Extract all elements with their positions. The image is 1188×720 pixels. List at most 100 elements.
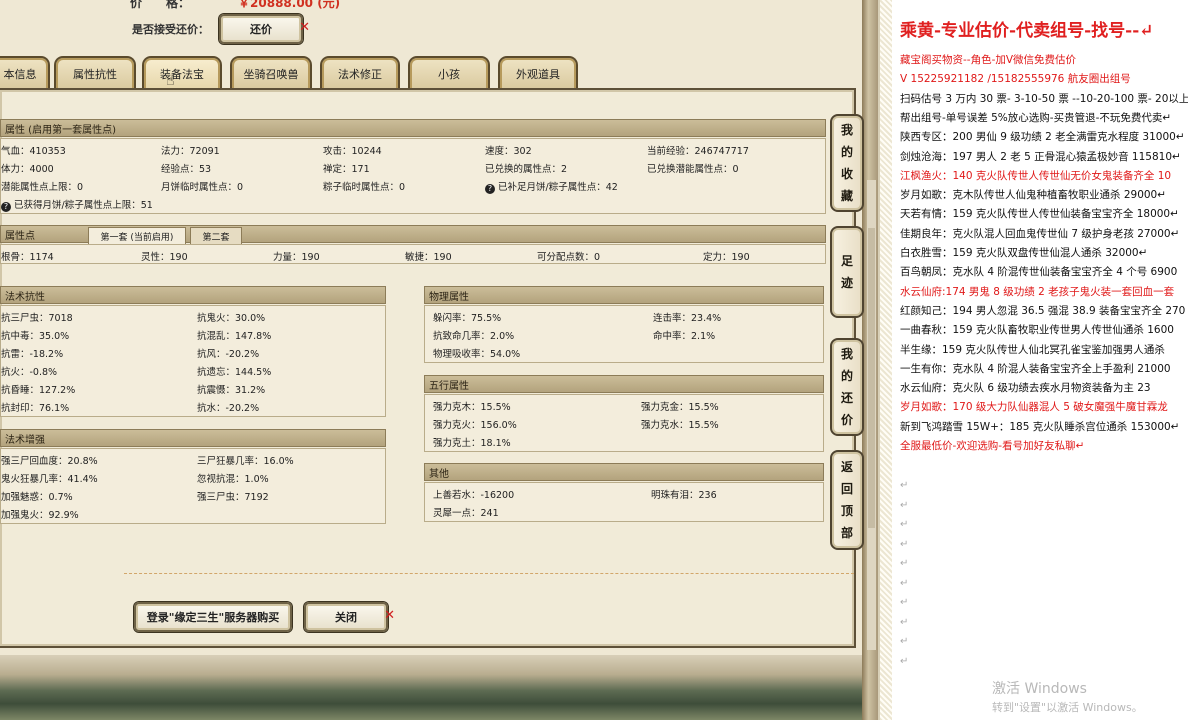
points-body: 根骨：1174 灵性：190 力量：190 敏捷：190 可分配点数：0 定力：…: [0, 244, 826, 264]
attr-mp: 法力：72091: [161, 146, 220, 157]
tab-attribute-resist[interactable]: 属性抗性: [54, 56, 136, 90]
document-panel: 乘黄-专业估价-代卖组号-找号--↵ 藏宝阁买物资--角色-加V微信免费估价 V …: [878, 0, 1188, 720]
attr-points-limit-text: 已获得月饼/粽子属性点上限：51: [14, 200, 153, 211]
five-body: 强力克木：15.5% 强力克金：15.5% 强力克火：156.0% 强力克水：1…: [424, 394, 824, 452]
doc-line: 佳期良年：克火队混人回血鬼传世仙 7 级护身老孩 27000↵: [900, 227, 1180, 240]
doc-line: 帮出组号-单号误差 5%放心选购-买贵管退-不玩免费代卖↵: [900, 111, 1172, 124]
resist-item: 抗中毒：35.0%: [1, 331, 70, 342]
side-char: 的: [840, 369, 853, 383]
side-char: 收: [840, 167, 853, 181]
side-char: 回: [840, 482, 853, 496]
attr-speed: 速度：302: [485, 146, 532, 157]
enhance-body: 强三尸回血度：20.8% 三尸狂暴几率：16.0% 鬼火狂暴几率：41.4% 忽…: [0, 448, 386, 524]
scrollbar-thumb[interactable]: [868, 228, 875, 528]
side-char: 迹: [840, 276, 853, 290]
page-scrollbar[interactable]: [867, 180, 876, 650]
doc-line: 扫码估号 3 万内 30 票- 3-10-50 票 --10-20-100 票-…: [900, 92, 1188, 105]
attr-points-limit: ? 已获得月饼/粽子属性点上限：51: [1, 197, 153, 212]
side-char: 还: [840, 391, 853, 405]
tab-equipment[interactable]: 装备法宝: [142, 56, 222, 90]
attr-potential-limit: 潜能属性点上限：0: [1, 182, 84, 193]
side-char: 藏: [840, 189, 853, 203]
paragraph-mark-icon: ↵: [900, 597, 909, 608]
page-margin-hatch: [880, 0, 892, 720]
paragraph-mark-icon: ↵: [900, 655, 909, 667]
resist-item: 抗昏睡：127.2%: [1, 385, 76, 396]
side-back-to-top-button[interactable]: 返回顶部: [830, 450, 864, 550]
doc-line: V 15225921182 /15182555976 航友圈出组号: [900, 73, 1131, 86]
point-spirit: 灵性：190: [141, 252, 188, 263]
price-row: 价 格： ￥20888.00 (元): [130, 0, 340, 11]
side-char: 我: [840, 123, 853, 137]
other-body: 上善若水：-16200 明珠有泪：236 灵犀一点：241: [424, 482, 824, 522]
resist-header: 法术抗性: [0, 286, 386, 304]
price-label: 价 格：: [130, 0, 191, 10]
subtab-set-two[interactable]: 第二套: [190, 227, 242, 244]
tab-basic-info[interactable]: 本信息: [0, 56, 50, 90]
close-button[interactable]: 关闭 ✕: [304, 602, 395, 632]
doc-line: 半生缘：159 克火队传世人仙北冥孔雀宝鉴加强男人通杀: [900, 343, 1165, 356]
mouse-pointer-icon: ☝: [166, 73, 175, 89]
tab-appearance-items[interactable]: 外观道具: [498, 56, 578, 90]
tab-mount-summon[interactable]: 坐骑召唤兽: [230, 56, 312, 90]
physical-item: 命中率：2.1%: [653, 331, 716, 342]
bargain-button[interactable]: 还价 ✕: [219, 14, 310, 44]
points-header-text: 属性点: [5, 230, 35, 242]
price-value: ￥20888.00 (元): [238, 0, 341, 10]
side-char: 部: [840, 526, 853, 540]
subtab-set-one[interactable]: 第一套 (当前启用): [88, 227, 186, 244]
physical-body: 躲闪率：75.5% 连击率：23.4% 抗致命几率：2.0% 命中率：2.1% …: [424, 305, 824, 363]
close-mark-icon: ✕: [299, 20, 310, 35]
other-header: 其他: [424, 463, 824, 481]
five-item: 强力克金：15.5%: [641, 402, 719, 413]
close-button-label: 关闭: [335, 611, 357, 624]
paragraph-mark-icon: ↵: [900, 558, 909, 569]
paragraph-mark-icon: ↵: [900, 480, 909, 491]
bargain-label: 是否接受还价：: [132, 23, 209, 36]
doc-line: 红颜知己：194 男人忽混 36.5 强混 38.9 装备宝宝齐全 270: [900, 304, 1186, 317]
physical-item: 物理吸收率：54.0%: [433, 349, 521, 360]
paragraph-mark-icon: ↵: [900, 538, 909, 550]
doc-line: 岁月如歌：克木队传世人仙鬼种植畜牧职业通杀 29000↵: [900, 189, 1167, 202]
enhance-item: 三尸狂暴几率：16.0%: [197, 456, 294, 467]
attr-mooncake-temp: 月饼临时属性点：0: [161, 182, 244, 193]
doc-line: 岁月如歌：170 级大力队仙器混人 5 破女魔强牛魔甘霖龙: [900, 401, 1168, 414]
resist-body: 抗三尸虫：7018 抗鬼火：30.0% 抗中毒：35.0% 抗混乱：147.8%…: [0, 305, 386, 417]
question-icon[interactable]: ?: [485, 184, 495, 194]
doc-line: 天若有情：159 克火队传世人传世仙装备宝宝齐全 18000↵: [900, 208, 1179, 221]
doc-line: 江枫渔火：140 克火队传世人传世仙无价女鬼装备齐全 10: [900, 169, 1172, 182]
five-header: 五行属性: [424, 375, 824, 393]
point-willpower: 定力：190: [703, 252, 750, 263]
doc-line: 藏宝阁买物资--角色-加V微信免费估价: [900, 54, 1077, 66]
windows-activation-hint: 转到"设置"以激活 Windows。: [992, 701, 1143, 714]
attributes-header: 属性 (启用第一套属性点): [0, 119, 826, 137]
paragraph-mark-icon: ↵: [900, 636, 909, 647]
other-item: 灵犀一点：241: [433, 508, 499, 519]
tab-child[interactable]: 小孩: [408, 56, 490, 90]
tab-spell-correction[interactable]: 法术修正: [320, 56, 400, 90]
doc-title: 乘黄-专业估价-代卖组号-找号--↵: [900, 21, 1154, 41]
resist-item: 抗遗忘：144.5%: [197, 367, 272, 378]
doc-line: 剑烛沧海：197 男人 2 老 5 正骨混心猿孟极妙音 115810↵: [900, 150, 1181, 163]
tab-label: 本信息: [3, 68, 37, 81]
attr-exchanged-points: 已兑换的属性点：2: [485, 164, 568, 175]
side-footprint-button[interactable]: 足迹: [830, 226, 864, 318]
attributes-body: 气血：410353 法力：72091 攻击：10244 速度：302 当前经验：…: [0, 138, 826, 214]
physical-item: 躲闪率：75.5%: [433, 313, 502, 324]
game-panel: 价 格： ￥20888.00 (元) 是否接受还价： 还价 ✕ 本信息 属性抗性 …: [0, 0, 878, 720]
tab-label: 属性抗性: [73, 68, 117, 81]
doc-line: 新到飞鸿踏雪 15W+：185 克火队睡杀宫位通杀 153000↵: [900, 420, 1180, 433]
enhance-item: 加强鬼火：92.9%: [1, 510, 79, 521]
enhance-item: 忽视抗混：1.0%: [197, 474, 269, 485]
login-buy-button[interactable]: 登录"缘定三生"服务器购买: [134, 602, 292, 632]
side-char: 我: [840, 347, 853, 361]
resist-item: 抗震慑：31.2%: [197, 385, 266, 396]
side-my-bargain-button[interactable]: 我的还价: [830, 338, 864, 436]
enhance-item: 加强魅惑：0.7%: [1, 492, 73, 503]
bargain-button-label: 还价: [250, 23, 272, 36]
physical-header: 物理属性: [424, 286, 824, 304]
question-icon[interactable]: ?: [1, 202, 11, 212]
side-my-favorites-button[interactable]: 我的收藏: [830, 114, 864, 212]
doc-line: 一曲春秋：159 克火队畜牧职业传世男人传世仙通杀 1600: [900, 324, 1174, 337]
side-char: 的: [840, 145, 853, 159]
